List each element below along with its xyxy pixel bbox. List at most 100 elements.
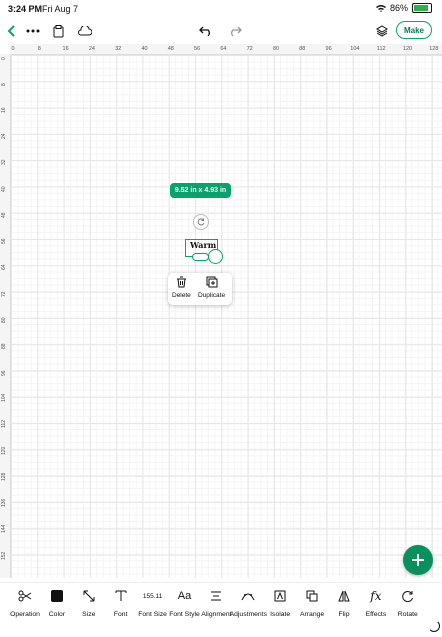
layers-icon[interactable] bbox=[373, 22, 391, 40]
make-button[interactable]: Make bbox=[396, 21, 432, 39]
ruler-left: 0 8 16 24 32 40 48 56 64 72 80 88 96 104 112 120 128 136 1… bbox=[0, 54, 11, 578]
operation-icon bbox=[18, 587, 32, 605]
battery-icon bbox=[412, 3, 432, 13]
ruler-top-tick: 0 bbox=[11, 46, 15, 52]
isolate-icon bbox=[274, 587, 286, 605]
ruler-left-tick: 32 bbox=[1, 159, 7, 166]
text-handle[interactable] bbox=[192, 253, 209, 261]
duplicate-button[interactable]: Duplicate bbox=[198, 276, 225, 299]
ruler-top-tick: 88 bbox=[299, 46, 306, 52]
tool-font-style[interactable]: Aa Font Style bbox=[168, 587, 202, 618]
color-swatch-icon bbox=[50, 587, 63, 605]
tool-label: Alignment bbox=[201, 611, 232, 618]
tool-color[interactable]: Color bbox=[40, 587, 74, 618]
dimension-badge: 9.52 in x 4.93 in bbox=[170, 183, 231, 198]
trash-icon bbox=[176, 276, 186, 288]
ruler-left-tick: 80 bbox=[1, 317, 7, 323]
ruler-top-tick: 128 bbox=[429, 46, 439, 52]
bottom-toolbar: Operation Color Size Font 155.11 Font Size Aa F… bbox=[0, 582, 442, 637]
tool-rotate[interactable]: Rotate bbox=[391, 587, 425, 618]
tool-arrange[interactable]: Arrange bbox=[295, 587, 329, 618]
ruler-left-tick: 152 bbox=[1, 551, 7, 560]
add-button[interactable] bbox=[403, 545, 433, 575]
ruler-top-tick: 16 bbox=[62, 46, 69, 52]
ruler-left-tick: 40 bbox=[1, 185, 7, 192]
ruler-top-tick: 8 bbox=[37, 46, 41, 52]
ruler-left-tick: 56 bbox=[1, 238, 7, 245]
battery-percent: 86% bbox=[389, 3, 408, 13]
ruler-top-tick: 56 bbox=[194, 46, 201, 52]
undo-icon[interactable] bbox=[197, 22, 215, 40]
tool-font-size[interactable]: 155.11 Font Size bbox=[136, 587, 170, 619]
font-icon bbox=[115, 587, 127, 605]
flip-icon bbox=[338, 587, 350, 605]
ruler-top-tick: 24 bbox=[88, 46, 95, 52]
cloud-save-icon[interactable] bbox=[76, 22, 94, 40]
font-size-value: 155.11 bbox=[142, 592, 163, 600]
ruler-left-tick: 104 bbox=[1, 393, 7, 402]
tool-font[interactable]: Font bbox=[104, 587, 138, 618]
ruler-top-tick: 40 bbox=[141, 46, 148, 52]
ruler-top-tick: 48 bbox=[167, 46, 174, 52]
rotate-icon bbox=[402, 587, 414, 605]
ruler-top-tick: 96 bbox=[325, 46, 332, 52]
tool-label: Flip bbox=[338, 611, 350, 618]
resize-handle[interactable] bbox=[208, 249, 223, 264]
ruler-top-tick: 112 bbox=[376, 46, 386, 52]
alignment-icon bbox=[210, 587, 222, 605]
adjustments-icon bbox=[241, 587, 255, 605]
ruler-left-tick: 144 bbox=[1, 525, 7, 534]
status-date: Fri Aug 7 bbox=[42, 4, 79, 14]
ruler-left-tick: 128 bbox=[1, 472, 7, 481]
tool-label: Font Style bbox=[169, 611, 200, 618]
tool-label: Arrange bbox=[300, 611, 325, 618]
ruler-left-tick: 48 bbox=[1, 212, 7, 218]
ruler-left-tick: 8 bbox=[1, 83, 7, 87]
project-icon[interactable] bbox=[50, 22, 68, 40]
ruler-left-tick: 24 bbox=[1, 133, 7, 139]
ruler-left-tick: 16 bbox=[1, 107, 7, 113]
ruler-left-tick: 120 bbox=[1, 446, 7, 455]
ruler-left-tick: 96 bbox=[1, 370, 7, 376]
design-canvas[interactable] bbox=[11, 55, 442, 578]
redo-icon[interactable] bbox=[226, 22, 244, 40]
tool-alignment[interactable]: Alignment bbox=[199, 587, 233, 618]
tool-label: Font Size bbox=[138, 611, 167, 618]
tool-adjustments[interactable]: Adjustments bbox=[229, 587, 267, 618]
ruler-left-tick: 112 bbox=[1, 420, 7, 429]
ruler-left-tick: 72 bbox=[1, 291, 7, 297]
effects-icon: fx bbox=[370, 589, 382, 603]
tool-operation[interactable]: Operation bbox=[8, 587, 42, 618]
tool-label: Adjustments bbox=[229, 611, 267, 618]
status-bar: 3:24 PM Fri Aug 7 86% bbox=[0, 0, 442, 18]
tool-isolate[interactable]: Isolate bbox=[263, 587, 297, 618]
tool-flip[interactable]: Flip bbox=[327, 587, 361, 618]
wifi-icon bbox=[375, 5, 386, 12]
more-options-icon[interactable] bbox=[24, 22, 42, 40]
duplicate-icon bbox=[206, 276, 218, 288]
arrange-icon bbox=[306, 587, 318, 605]
font-style-icon: Aa bbox=[177, 590, 192, 602]
ruler-left-tick: 88 bbox=[1, 343, 7, 350]
ruler-left-tick: 0 bbox=[1, 57, 7, 60]
delete-button[interactable]: Delete bbox=[172, 276, 191, 299]
tool-label: Operation bbox=[10, 611, 40, 618]
status-time: 3:24 PM bbox=[8, 4, 43, 14]
tool-label: Effects bbox=[365, 611, 387, 618]
plus-icon bbox=[412, 554, 424, 566]
tool-label: Font bbox=[113, 611, 128, 618]
tool-label: Rotate bbox=[397, 611, 418, 618]
tool-size[interactable]: Size bbox=[72, 587, 106, 618]
back-chevron-icon[interactable] bbox=[2, 22, 20, 40]
ruler-top-tick: 32 bbox=[115, 46, 122, 52]
duplicate-label: Duplicate bbox=[198, 292, 226, 299]
tool-effects[interactable]: fx Effects bbox=[359, 587, 393, 618]
ruler-top-tick: 120 bbox=[402, 46, 413, 52]
tool-label: Size bbox=[82, 611, 96, 618]
loading-spinner-icon bbox=[428, 620, 440, 632]
size-icon bbox=[83, 587, 95, 605]
tool-label: Isolate bbox=[270, 611, 291, 618]
ruler-top-tick: 72 bbox=[246, 46, 253, 52]
ruler-left-tick: 136 bbox=[1, 498, 7, 508]
rotate-handle-icon[interactable] bbox=[193, 214, 209, 230]
